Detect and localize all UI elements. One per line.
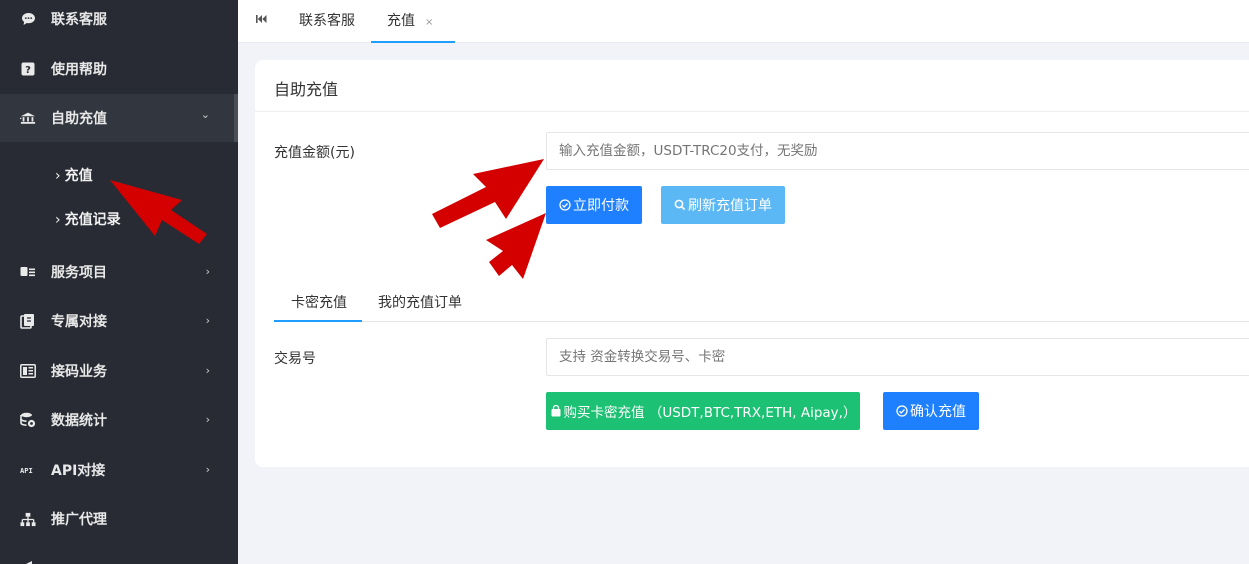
sms-icon [20, 363, 36, 379]
subtab-divider [274, 321, 1249, 322]
svg-text:?: ? [25, 65, 31, 76]
sidebar-subitem-label: 充值 [64, 168, 93, 184]
divider [255, 111, 1249, 112]
chevron-right-icon: › [205, 265, 210, 278]
sidebar-item-services[interactable]: 服务项目 › [0, 248, 238, 296]
help-icon: ? [20, 61, 36, 77]
check-circle-icon [559, 199, 571, 211]
card-icon [20, 264, 36, 280]
first-page-icon[interactable] [256, 14, 267, 27]
chevron-right-icon: › [55, 212, 61, 228]
tab-label: 充值 [387, 13, 415, 29]
refresh-orders-label: 刷新充值订单 [688, 198, 772, 214]
chevron-down-icon: ⌄ [200, 108, 210, 121]
sidebar-item-api[interactable]: API API对接 › [0, 446, 238, 494]
chat-icon [20, 11, 36, 27]
sidebar-item-sms-business[interactable]: 接码业务 › [0, 347, 238, 395]
chevron-right-icon: › [55, 168, 61, 184]
sidebar-item-customer-service[interactable]: 联系客服 [0, 0, 238, 43]
sitemap-icon [20, 511, 36, 527]
sidebar-item-label: API对接 [51, 463, 106, 479]
sidebar-item-statistics[interactable]: 数据统计 › [0, 396, 238, 444]
chevron-right-icon: › [205, 463, 210, 476]
tab-label: 联系客服 [299, 13, 355, 29]
chevron-right-icon: › [205, 314, 210, 327]
buy-card-button[interactable]: 购买卡密充值 （USDT,BTC,TRX,ETH, Aipay,） [546, 392, 860, 430]
tab-bar: 联系客服 充值 × [238, 0, 1249, 43]
pay-now-button[interactable]: 立即付款 [546, 186, 642, 224]
sidebar-item-label: 联系客服 [51, 12, 107, 28]
svg-text:API: API [20, 466, 33, 475]
tab-recharge[interactable]: 充值 × [371, 0, 455, 43]
sidebar-item-self-recharge[interactable]: 自助充值 ⌄ [0, 94, 238, 142]
sidebar-item-label: 数据统计 [51, 413, 107, 429]
bank-icon [20, 110, 36, 126]
recharge-card: 自助充值 充值金额(元) 立即付款 刷新充值订单 卡密充值 我的充值订单 交易号… [255, 60, 1249, 467]
sidebar-item-dedicated[interactable]: 专属对接 › [0, 297, 238, 345]
pay-now-label: 立即付款 [573, 198, 629, 214]
search-icon [674, 199, 686, 211]
subtab-active-indicator [274, 320, 362, 322]
close-icon[interactable]: × [425, 17, 433, 28]
tab-my-orders[interactable]: 我的充值订单 [378, 292, 462, 312]
shopping-bag-icon [550, 405, 562, 417]
sidebar-item-label: 专属对接 [51, 314, 107, 330]
sidebar-item-label: 服务项目 [51, 265, 107, 281]
sidebar-item-referral[interactable]: 推广代理 [0, 495, 238, 543]
api-icon: API [20, 462, 36, 478]
sidebar-item-label: 自助充值 [51, 111, 107, 127]
sidebar-subitem-recharge-records[interactable]: › 充值记录 [55, 209, 121, 229]
refresh-orders-button[interactable]: 刷新充值订单 [661, 186, 785, 224]
confirm-recharge-label: 确认充值 [910, 404, 966, 420]
sidebar-item-label: 推广代理 [51, 512, 107, 528]
sidebar: 联系客服 ? 使用帮助 自助充值 ⌄ › 充值 › 充值记录 服务项目 › 专属对接… [0, 0, 238, 564]
transaction-label: 交易号 [274, 351, 316, 367]
tab-card-recharge[interactable]: 卡密充值 [291, 292, 347, 312]
pin-icon [20, 313, 36, 329]
sidebar-item-label: 接码业务 [51, 364, 107, 380]
sidebar-subitem-label: 充值记录 [64, 212, 121, 228]
subtab-label: 卡密充值 [291, 295, 347, 311]
buy-card-label: 购买卡密充值 （USDT,BTC,TRX,ETH, Aipay,） [563, 405, 857, 421]
subtab-label: 我的充值订单 [378, 295, 462, 311]
chevron-right-icon: › [205, 413, 210, 426]
sidebar-item-help[interactable]: ? 使用帮助 [0, 45, 238, 93]
tab-customer-service[interactable]: 联系客服 [299, 0, 355, 43]
database-icon [20, 412, 36, 428]
check-circle-icon [896, 405, 908, 417]
card-title: 自助充值 [274, 80, 339, 99]
sidebar-subitem-recharge[interactable]: › 充值 [55, 165, 93, 185]
megaphone-icon [20, 556, 36, 564]
confirm-recharge-button[interactable]: 确认充值 [883, 392, 979, 430]
chevron-right-icon: › [205, 364, 210, 377]
amount-input[interactable] [546, 132, 1249, 170]
sidebar-item-label: 使用帮助 [51, 62, 107, 78]
amount-label: 充值金额(元) [274, 145, 355, 161]
transaction-input[interactable] [546, 338, 1249, 376]
